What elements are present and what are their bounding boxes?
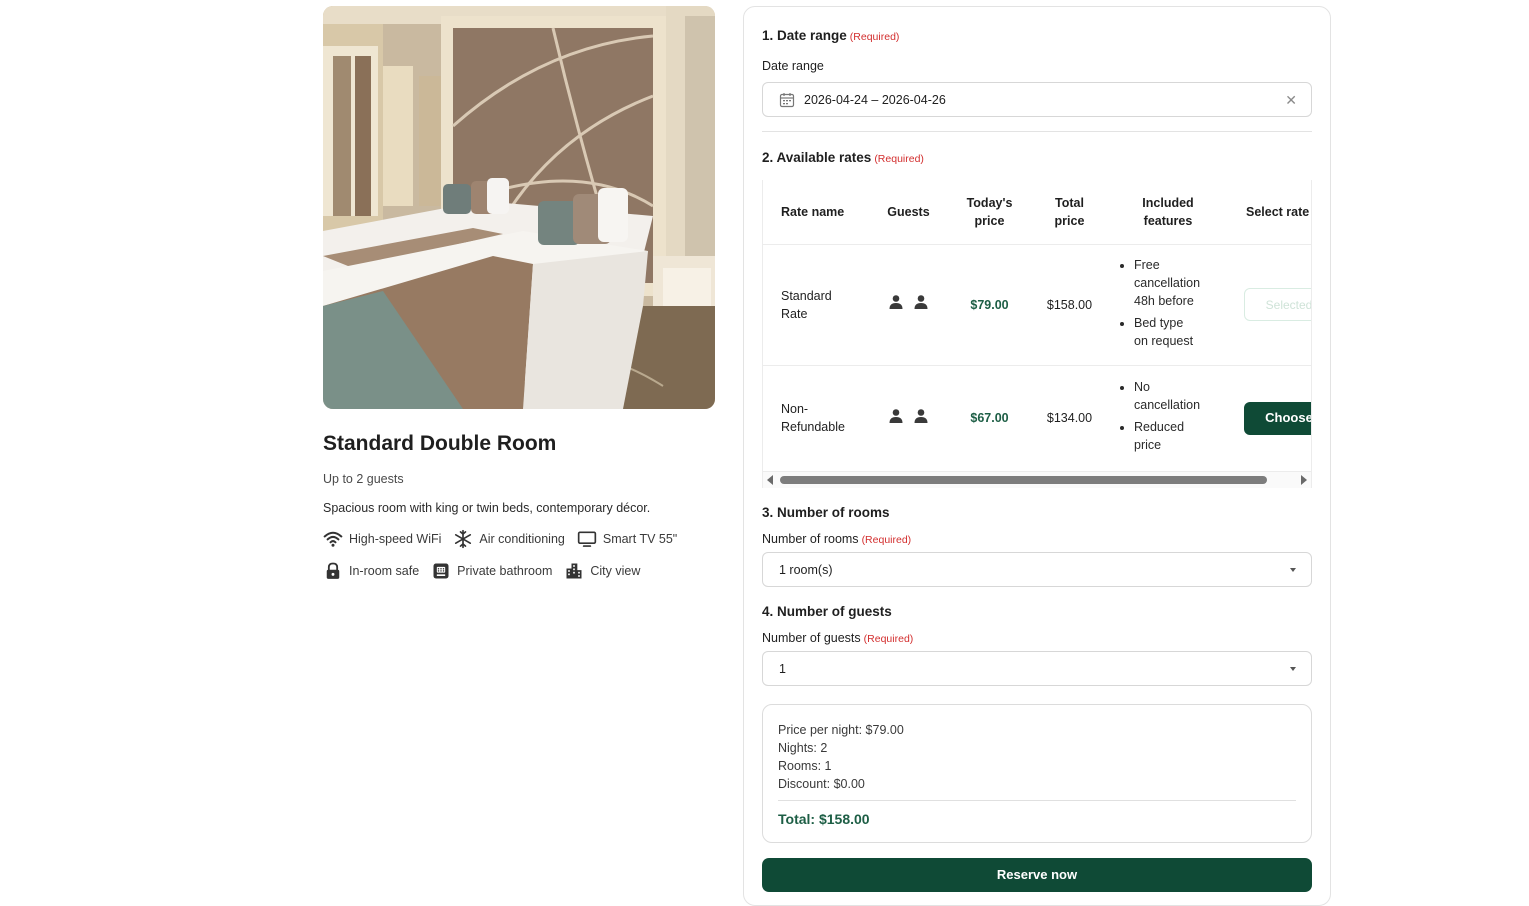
col-included-features: Included features bbox=[1106, 180, 1230, 245]
date-section-title: 1. Date range (Required) bbox=[762, 28, 900, 43]
feature-item: Nocancellation bbox=[1134, 378, 1226, 414]
close-icon[interactable]: ✕ bbox=[1285, 92, 1297, 109]
rate-today-price: $79.00 bbox=[946, 244, 1033, 366]
amenity-label: High-speed WiFi bbox=[349, 532, 442, 546]
section-divider bbox=[762, 131, 1312, 132]
bathroom-icon bbox=[433, 563, 449, 579]
table-row: StandardRate $79.00 $158.00 Freecancella… bbox=[763, 244, 1311, 366]
rate-today-price: $67.00 bbox=[946, 365, 1033, 472]
person-icon bbox=[889, 408, 903, 423]
summary-discount: Discount: $0.00 bbox=[778, 777, 865, 791]
snowflake-icon bbox=[455, 529, 472, 549]
required-marker: (Required) bbox=[849, 31, 900, 43]
selected-button[interactable]: Selected bbox=[1244, 288, 1311, 321]
rate-name: Non- Refundable bbox=[763, 365, 871, 472]
feature-item: Bed typeon request bbox=[1134, 314, 1226, 350]
feature-item: Freecancellation48h before bbox=[1134, 256, 1226, 310]
rooms-section-title: 3. Number of rooms bbox=[762, 505, 890, 520]
required-marker: (Required) bbox=[874, 153, 924, 165]
required-marker: (Required) bbox=[861, 534, 912, 546]
rate-guests bbox=[871, 365, 946, 472]
date-range-value: 2026-04-24 – 2026-04-26 bbox=[804, 92, 946, 107]
date-range-label: Date range bbox=[762, 59, 824, 73]
room-photo bbox=[323, 6, 715, 409]
required-marker: (Required) bbox=[863, 633, 914, 645]
amenity-city-view: City view bbox=[564, 560, 640, 582]
rooms-select[interactable]: 1 room(s) bbox=[762, 552, 1312, 587]
rate-select-cell: Selected bbox=[1230, 244, 1311, 366]
rate-features: Freecancellation48h before Bed typeon re… bbox=[1106, 244, 1230, 366]
room-description: Spacious room with king or twin beds, co… bbox=[323, 501, 651, 515]
summary-price-per-night: Price per night: $79.00 bbox=[778, 723, 904, 737]
rate-guests bbox=[871, 244, 946, 366]
person-icon bbox=[914, 295, 928, 309]
scroll-thumb[interactable] bbox=[780, 476, 1267, 484]
rates-table: Rate name Guests Today's price Total price… bbox=[763, 180, 1311, 472]
tv-icon bbox=[577, 531, 597, 547]
col-total-price: Total price bbox=[1033, 180, 1106, 245]
summary-total: Total: $158.00 bbox=[778, 811, 870, 827]
room-capacity: Up to 2 guests bbox=[323, 472, 404, 486]
rates-table-container: Rate name Guests Today's price Total price… bbox=[762, 180, 1312, 488]
room-photo-illustration bbox=[323, 6, 715, 409]
rates-header-row: Rate name Guests Today's price Total price… bbox=[763, 180, 1311, 245]
chevron-down-icon bbox=[1290, 667, 1296, 671]
rate-total-price: $134.00 bbox=[1033, 365, 1106, 472]
amenity-label: Air conditioning bbox=[479, 532, 565, 546]
amenity-private-bathroom: Private bathroom bbox=[431, 560, 552, 582]
rate-features: Nocancellation Reducedprice bbox=[1106, 365, 1230, 472]
wifi-icon bbox=[323, 531, 343, 547]
person-icon bbox=[889, 295, 903, 309]
choose-button[interactable]: Choose bbox=[1244, 401, 1311, 435]
amenity-wifi: High-speed WiFi bbox=[323, 528, 441, 550]
rate-name: Standard Rate bbox=[763, 244, 871, 366]
guests-select-value: 1 bbox=[779, 661, 786, 676]
col-guests: Guests bbox=[871, 180, 946, 245]
summary-nights: Nights: 2 bbox=[778, 741, 828, 755]
lock-icon bbox=[326, 562, 340, 579]
feature-item: Reducedprice bbox=[1134, 418, 1226, 454]
amenity-in-room-safe: In-room safe bbox=[323, 560, 419, 582]
col-select-rate: Select rate bbox=[1230, 180, 1311, 245]
date-range-input[interactable]: 2026-04-24 – 2026-04-26 ✕ bbox=[762, 82, 1312, 117]
amenity-label: Smart TV 55" bbox=[602, 532, 678, 546]
rate-select-cell: Choose bbox=[1230, 365, 1311, 472]
amenity-label: Private bathroom bbox=[457, 564, 553, 578]
reserve-now-button[interactable]: Reserve now bbox=[762, 858, 1312, 892]
rate-total-price: $158.00 bbox=[1033, 244, 1106, 366]
amenity-label: In-room safe bbox=[349, 564, 420, 578]
chevron-down-icon bbox=[1290, 568, 1296, 572]
amenity-air-conditioning: Air conditioning bbox=[453, 528, 565, 550]
scroll-right-arrow-icon[interactable] bbox=[1301, 475, 1307, 485]
table-row: Non-Refundable $67.00 $134.00 Nocancella… bbox=[763, 365, 1311, 472]
guests-label: Number of guests (Required) bbox=[762, 631, 914, 645]
summary-divider bbox=[778, 800, 1296, 801]
person-icon bbox=[914, 408, 928, 423]
guests-select[interactable]: 1 bbox=[762, 651, 1312, 686]
rooms-label: Number of rooms (Required) bbox=[762, 532, 912, 546]
summary-rooms: Rooms: 1 bbox=[778, 759, 832, 773]
room-title: Standard Double Room bbox=[323, 432, 557, 455]
guests-section-title: 4. Number of guests bbox=[762, 604, 892, 619]
col-rate-name: Rate name bbox=[763, 180, 871, 245]
city-icon bbox=[566, 563, 582, 579]
scroll-left-arrow-icon[interactable] bbox=[767, 475, 773, 485]
col-today-price: Today's price bbox=[946, 180, 1033, 245]
horizontal-scrollbar[interactable] bbox=[763, 472, 1311, 488]
amenity-smart-tv: Smart TV 55" bbox=[577, 528, 677, 550]
price-summary: Price per night: $79.00 Nights: 2 Rooms:… bbox=[762, 704, 1312, 843]
amenities-list: High-speed WiFi Air conditioning Smart T… bbox=[323, 528, 715, 582]
rooms-select-value: 1 room(s) bbox=[779, 562, 833, 577]
calendar-icon bbox=[779, 92, 795, 107]
rates-section-title: 2. Available rates (Required) bbox=[762, 150, 924, 165]
amenity-label: City view bbox=[590, 564, 641, 578]
